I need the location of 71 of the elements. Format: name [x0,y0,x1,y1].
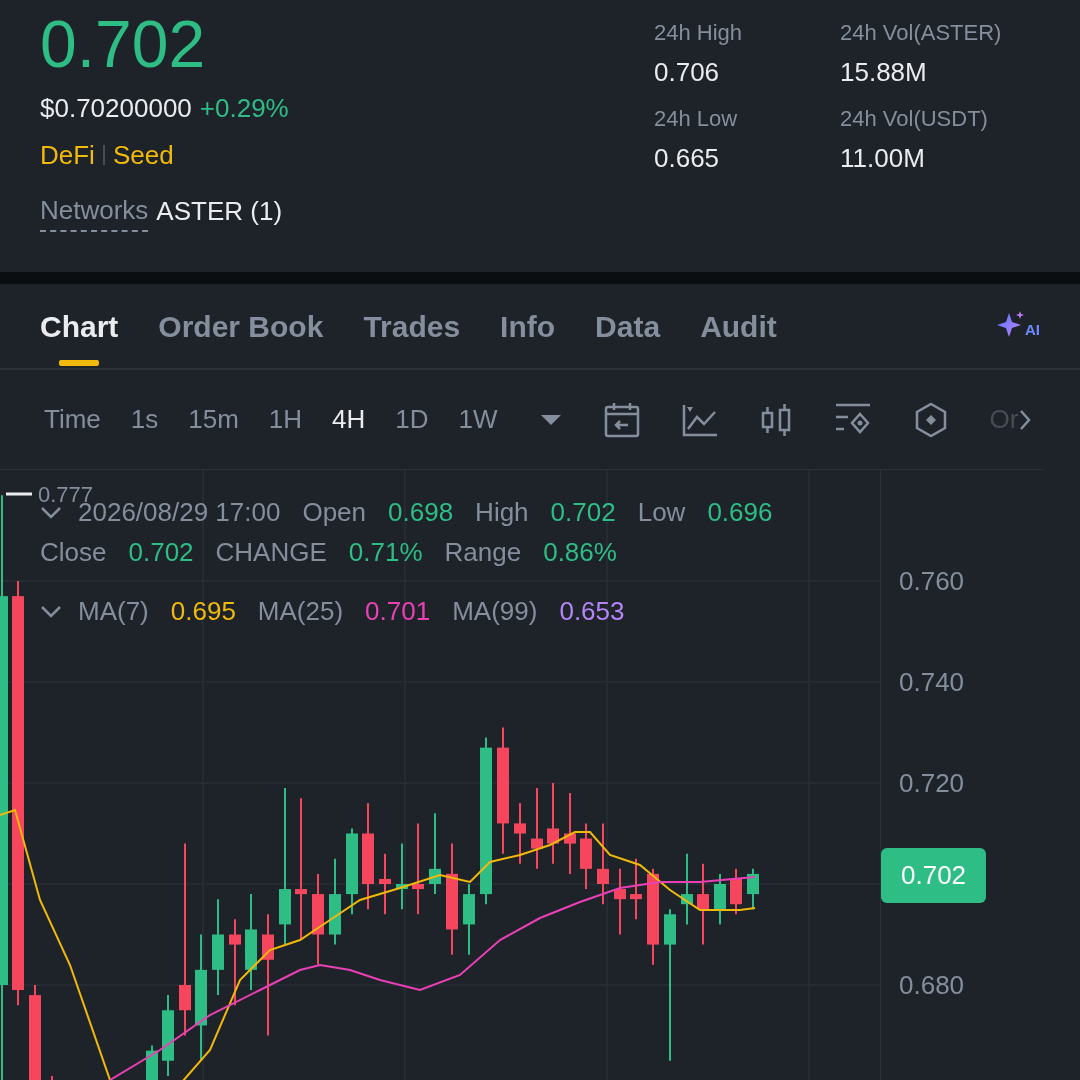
high-marker-line [6,492,32,496]
candlestick [379,852,391,916]
chevron-down-icon[interactable] [40,605,62,618]
ma-value: 0.701 [365,595,431,628]
tag-link[interactable]: DeFi [40,135,95,175]
stat-label: 24h Low [654,105,739,133]
candlestick [714,872,726,926]
legend-value: 0.71% [348,536,423,569]
candlestick-icon[interactable] [759,402,792,437]
tab[interactable]: Info [500,284,556,368]
interval-tab[interactable]: 15m [188,400,239,439]
legend-label: Low [637,496,686,529]
candlestick [146,1044,158,1080]
networks-value[interactable]: ASTER (1) [156,191,283,231]
axis-label: 0.680 [899,968,965,1002]
candlestick [51,1074,53,1080]
stat-label: 24h Vol(ASTER) [840,19,1003,47]
last-price-tag: 0.702 [881,848,987,903]
ma-value: 0.653 [559,595,625,628]
legend-label: Close [40,536,107,569]
tag-link[interactable]: Seed [112,135,174,175]
stat-value: 15.88M [840,56,928,89]
ai-button[interactable]: AI [995,311,1040,341]
legend-label: Range [444,536,522,569]
candlestick [614,867,626,936]
candlestick [630,857,642,921]
axis-label: 0.720 [899,766,965,800]
interval-tab[interactable]: 1H [268,400,303,439]
candlestick [730,867,742,916]
interval-tab[interactable]: 4H [332,400,366,439]
ma-label: MA(99) [452,595,538,628]
axis-label: 0.740 [899,665,965,699]
stat-value: 0.706 [654,56,721,89]
legend-label: High [475,496,529,529]
interval-tab[interactable]: 1s [130,400,159,439]
candlestick [514,802,526,865]
interval-tab[interactable]: 1D [395,400,429,439]
legend-value: 0.86% [543,536,617,569]
tab[interactable]: Data [595,284,661,368]
stat-label: 24h High [654,19,744,47]
legend-value: 0.702 [550,496,616,529]
interval-tab[interactable]: Time [44,400,101,439]
networks-label[interactable]: Networks [40,190,149,232]
legend-value: 0.696 [707,496,773,529]
hexagon-icon[interactable] [913,401,948,438]
price-change: +0.29% [199,91,289,125]
axis-label: 0.760 [899,564,965,598]
legend-label: CHANGE [215,536,327,569]
ma-label: MA(25) [257,595,344,628]
calendar-icon[interactable] [603,401,640,438]
candlestick [396,842,408,911]
ma-label: MA(7) [78,595,149,628]
chevron-right-icon [1018,408,1031,431]
legend-value: 0.698 [388,496,454,529]
tab[interactable]: Chart [40,284,119,368]
last-price: 0.702 [40,8,207,81]
chevron-down-icon[interactable] [40,505,62,519]
stat-label: 24h Vol(USDT) [840,105,989,133]
usd-price: $0.70200000 [40,91,192,125]
stat-value: 0.665 [654,142,721,175]
tab[interactable]: Audit [700,284,777,368]
tab[interactable]: Order Book [158,284,324,368]
ma-value: 0.695 [170,595,236,628]
candlestick [580,822,592,891]
line-chart-icon[interactable] [681,402,718,437]
legend-value: 0.702 [128,536,194,569]
interval-tab[interactable]: 1W [458,400,498,439]
stat-value: 11.00M [840,142,926,175]
interval-dropdown[interactable] [539,413,562,426]
tab[interactable]: Trades [363,284,461,368]
legend-label: Open [302,496,367,529]
